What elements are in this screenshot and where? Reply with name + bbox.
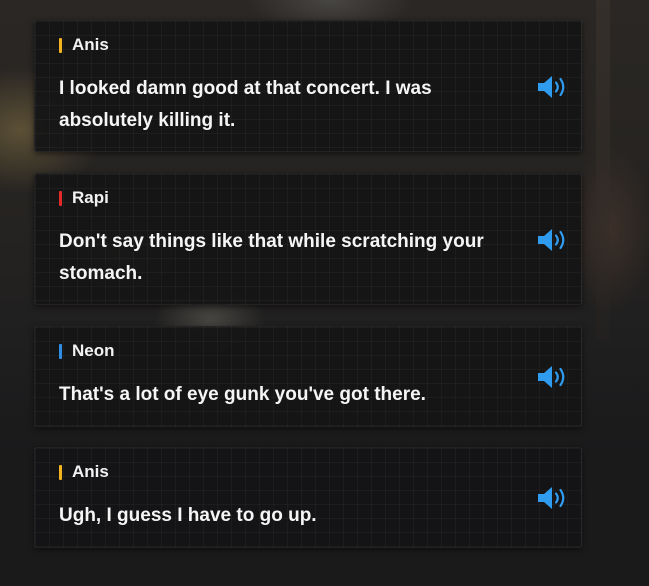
play-voice-button[interactable] — [535, 483, 571, 513]
speaker-name: Neon — [72, 341, 115, 360]
scene-side-panel — [596, 0, 610, 340]
speaker-row: Rapi — [59, 188, 109, 208]
dialogue-entry: Anis I looked damn good at that concert.… — [34, 20, 582, 152]
speaker-name: Anis — [72, 462, 109, 481]
speaker-color-bar — [59, 37, 62, 53]
dialogue-text: I looked damn good at that concert. I wa… — [59, 78, 432, 131]
dialogue-text: Ugh, I guess I have to go up. — [59, 505, 317, 526]
speaker-name: Anis — [72, 35, 109, 54]
play-voice-button[interactable] — [535, 72, 571, 102]
speaker-icon — [536, 74, 570, 100]
speaker-color-bar — [59, 190, 62, 206]
speaker-icon — [536, 227, 570, 253]
speaker-name: Rapi — [72, 188, 109, 207]
speaker-row: Neon — [59, 341, 115, 361]
speaker-color-bar — [59, 464, 62, 480]
dialogue-text: That's a lot of eye gunk you've got ther… — [59, 384, 426, 405]
play-voice-button[interactable] — [535, 362, 571, 392]
dialogue-entry: Rapi Don't say things like that while sc… — [34, 173, 582, 305]
speaker-row: Anis — [59, 462, 109, 482]
speaker-icon — [536, 364, 570, 390]
dialogue-entry: Anis Ugh, I guess I have to go up. — [34, 447, 582, 548]
speaker-row: Anis — [59, 35, 109, 55]
speaker-color-bar — [59, 343, 62, 359]
dialogue-text: Don't say things like that while scratch… — [59, 231, 484, 284]
dialogue-entry: Neon That's a lot of eye gunk you've got… — [34, 326, 582, 427]
speaker-icon — [536, 485, 570, 511]
play-voice-button[interactable] — [535, 225, 571, 255]
